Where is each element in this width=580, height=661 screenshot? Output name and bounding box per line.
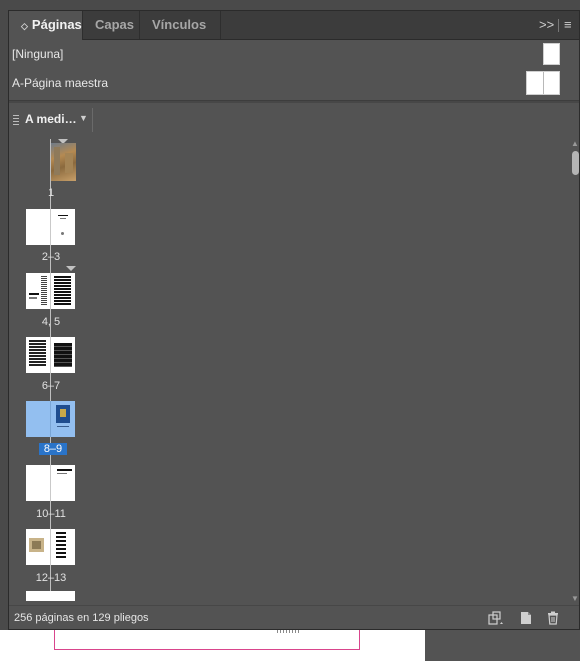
page-thumbnail[interactable] xyxy=(26,273,75,309)
page-thumbnail[interactable] xyxy=(26,529,75,565)
panel-tab-bar: ◇ Páginas Capas Vínculos >> ≡ xyxy=(9,11,579,40)
master-thumbnail[interactable] xyxy=(543,43,560,65)
view-bar: A medi… ▼ xyxy=(9,104,579,136)
thumbnail-detail xyxy=(58,215,68,216)
page-label: 1 xyxy=(47,187,55,199)
thumbnail-detail xyxy=(57,426,69,427)
view-select[interactable]: A medi… xyxy=(25,112,77,126)
pasteboard xyxy=(425,630,580,661)
page-label: 2–3 xyxy=(41,251,61,263)
thumbnail-detail xyxy=(32,541,41,549)
thumbnail-detail xyxy=(60,409,66,417)
thumbnail-detail xyxy=(29,293,39,295)
page-fold xyxy=(50,401,51,437)
thumbnail-detail xyxy=(41,276,47,306)
tab-vinculos[interactable]: Vínculos xyxy=(140,11,221,39)
master-a[interactable]: A-Página maestra xyxy=(9,69,579,95)
master-indicator-icon xyxy=(66,266,76,271)
pages-scrollbar[interactable]: ▲ ▼ xyxy=(571,139,580,603)
thumbnail-detail xyxy=(65,153,73,173)
tab-label: Capas xyxy=(95,17,135,32)
pages-panel: ◇ Páginas Capas Vínculos >> ≡ [Ninguna] A… xyxy=(8,10,580,630)
master-thumbnail[interactable] xyxy=(526,71,560,95)
tab-capas[interactable]: Capas xyxy=(83,11,140,39)
page-label: 6–7 xyxy=(41,380,61,392)
tab-label: Páginas xyxy=(31,17,82,32)
tab-label: Vínculos xyxy=(152,17,207,32)
page-thumbnail[interactable] xyxy=(51,143,76,181)
thumbnail-detail xyxy=(54,147,60,175)
new-page-icon[interactable] xyxy=(517,609,535,627)
page-label: 12–13 xyxy=(35,572,67,584)
document-margin-guide xyxy=(54,630,360,650)
double-chevron-right-icon[interactable]: >> xyxy=(539,11,554,39)
panel-footer: 256 páginas en 129 pliegos xyxy=(9,605,579,630)
panel-menu-icon[interactable]: ≡ xyxy=(564,11,572,39)
page-thumbnail[interactable] xyxy=(26,591,75,601)
thumbnail-detail xyxy=(57,473,67,474)
scroll-thumb[interactable] xyxy=(572,151,579,175)
panel-resize-handle[interactable] xyxy=(277,630,299,633)
thumbnail-detail xyxy=(61,232,64,235)
page-fold xyxy=(50,465,51,501)
page-label: 8–9 xyxy=(39,443,67,455)
thumbnail-detail xyxy=(56,532,66,560)
thumbnail-detail xyxy=(29,340,46,366)
page-fold xyxy=(50,337,51,373)
page-fold xyxy=(50,209,51,245)
page-count-status: 256 páginas en 129 pliegos xyxy=(14,612,149,624)
page-thumbnail[interactable] xyxy=(26,401,75,437)
thumbnail-detail xyxy=(54,276,71,306)
master-label: A-Página maestra xyxy=(12,76,109,90)
trash-icon[interactable] xyxy=(544,609,562,627)
edit-page-size-icon[interactable] xyxy=(487,609,505,627)
master-label: [Ninguna] xyxy=(12,47,64,61)
grip-icon[interactable] xyxy=(13,115,19,127)
tab-paginas[interactable]: ◇ Páginas xyxy=(9,11,83,40)
toolbar-separator xyxy=(558,19,559,32)
page-thumbnail[interactable] xyxy=(26,209,75,245)
thumbnail-detail xyxy=(54,343,72,367)
chevron-down-icon[interactable]: ▼ xyxy=(571,594,579,603)
master-none[interactable]: [Ninguna] xyxy=(9,41,579,67)
page-fold xyxy=(50,529,51,565)
page-thumbnail[interactable] xyxy=(26,337,75,373)
page-thumbnail[interactable] xyxy=(26,465,75,501)
page-fold xyxy=(50,273,51,309)
chevron-up-icon[interactable]: ▲ xyxy=(571,139,579,148)
tab-collapse-arrows-icon: ◇ xyxy=(21,21,28,31)
pages-list[interactable]: 1 2–3 4, 5 6–7 8–9 10–11 12–13 xyxy=(13,139,569,601)
section-divider[interactable] xyxy=(9,100,579,103)
thumbnail-detail xyxy=(29,297,37,299)
page-label: 10–11 xyxy=(36,508,66,520)
chevron-down-icon[interactable]: ▼ xyxy=(79,113,88,123)
thumbnail-detail xyxy=(57,469,72,471)
thumbnail-detail xyxy=(60,218,66,219)
page-label: 4, 5 xyxy=(41,316,61,328)
view-separator xyxy=(92,108,93,132)
